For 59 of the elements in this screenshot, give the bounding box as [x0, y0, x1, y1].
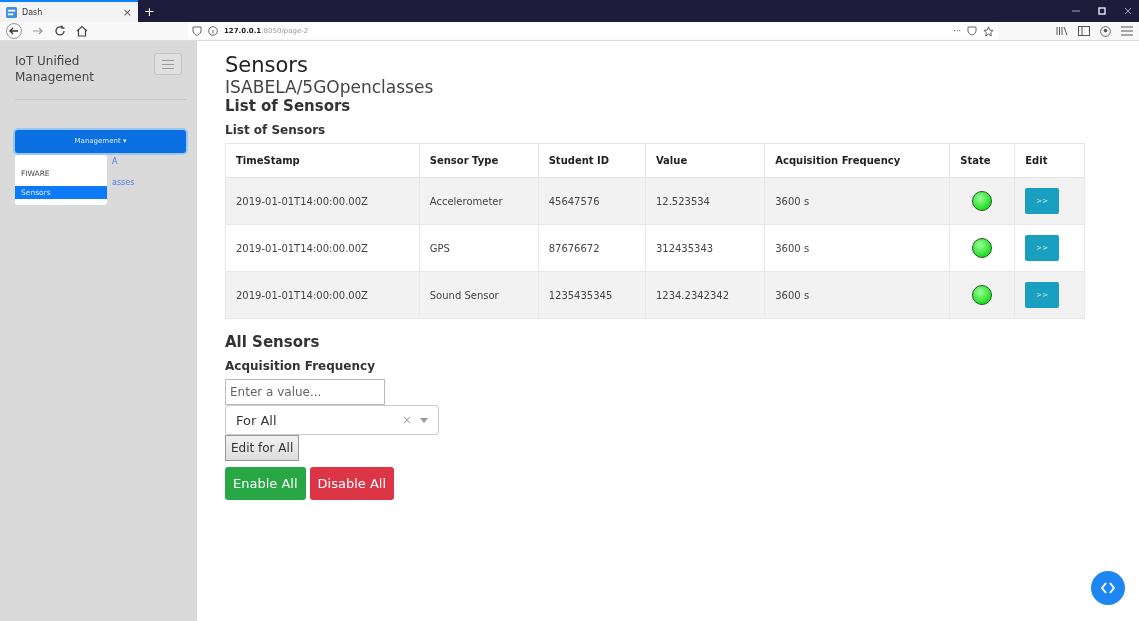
table-caption: List of Sensors: [225, 123, 327, 137]
column-header: Edit: [1014, 143, 1085, 178]
back-icon[interactable]: [6, 23, 22, 39]
table-cell: 312435343: [645, 224, 765, 272]
table-cell: 1234.2342342: [645, 271, 765, 319]
forward-icon[interactable]: [32, 25, 44, 37]
table-cell: 12.523534: [645, 177, 765, 225]
section-title: List of Sensors: [225, 97, 352, 115]
menu-toggle-button[interactable]: [154, 53, 182, 75]
table-cell: GPS: [419, 224, 539, 272]
table-cell: 87676672: [538, 224, 646, 272]
section-title: All Sensors: [225, 333, 321, 351]
table-cell: Accelerometer: [419, 177, 539, 225]
edit-for-all-button[interactable]: Edit for All: [225, 435, 300, 461]
brand-title: IoT Unified Management: [15, 53, 96, 85]
table-cell: 3600 s: [764, 177, 950, 225]
column-header: Student ID: [538, 143, 646, 178]
menu-icon: [162, 59, 174, 69]
column-header: Acquisition Frequency: [764, 143, 950, 178]
sidebar-link[interactable]: asses: [112, 177, 187, 187]
restore-icon[interactable]: [1097, 6, 1107, 16]
shield-icon: [192, 26, 202, 36]
value-input-field[interactable]: Enter a value...: [225, 379, 385, 405]
sidebar-link[interactable]: A: [112, 156, 187, 166]
field-label: Acquisition Frequency: [225, 359, 376, 373]
column-header: Sensor Type: [419, 143, 539, 178]
sidebar-icon[interactable]: [1078, 26, 1090, 36]
apply-to-select[interactable]: For All ×: [225, 405, 439, 435]
disable-all-button[interactable]: Disable All: [309, 467, 394, 500]
table-cell: 3600 s: [764, 271, 950, 319]
table-cell: 3600 s: [764, 224, 950, 272]
close-tab-button[interactable]: ×: [122, 5, 132, 19]
table-cell: 1235435345: [538, 271, 646, 319]
close-icon[interactable]: [1123, 6, 1133, 16]
reload-icon[interactable]: [54, 25, 66, 37]
table-cell: 2019-01-01T14:00:00.00Z: [225, 271, 420, 319]
page-icon: [6, 6, 17, 18]
account-icon[interactable]: [1100, 25, 1111, 37]
caret-icon: [420, 417, 428, 423]
column-header: TimeStamp: [225, 143, 420, 178]
column-header: State: [949, 143, 1015, 178]
table-cell: 45647576: [538, 177, 646, 225]
page-subtitle: ISABELA/5GOpenclasses: [225, 77, 435, 97]
home-icon[interactable]: [76, 25, 88, 37]
info-icon: [208, 26, 218, 36]
table-cell: Sound Sensor: [419, 271, 539, 319]
library-icon[interactable]: [1056, 26, 1068, 36]
tab-title: Dash: [22, 7, 44, 17]
code-icon: [1101, 582, 1115, 594]
table-cell: 2019-01-01T14:00:00.00Z: [225, 224, 420, 272]
column-header: Value: [645, 143, 765, 178]
table-cell: 2019-01-01T14:00:00.00Z: [225, 177, 420, 225]
new-tab-button[interactable]: +: [144, 3, 155, 19]
page-actions-button[interactable]: ···: [953, 26, 961, 36]
debug-toggle-button[interactable]: [1091, 571, 1125, 605]
page-title: Sensors: [225, 53, 309, 77]
enable-all-button[interactable]: Enable All: [225, 467, 306, 500]
star-icon[interactable]: [983, 25, 994, 37]
browser-tab[interactable]: Dash ×: [0, 0, 138, 22]
